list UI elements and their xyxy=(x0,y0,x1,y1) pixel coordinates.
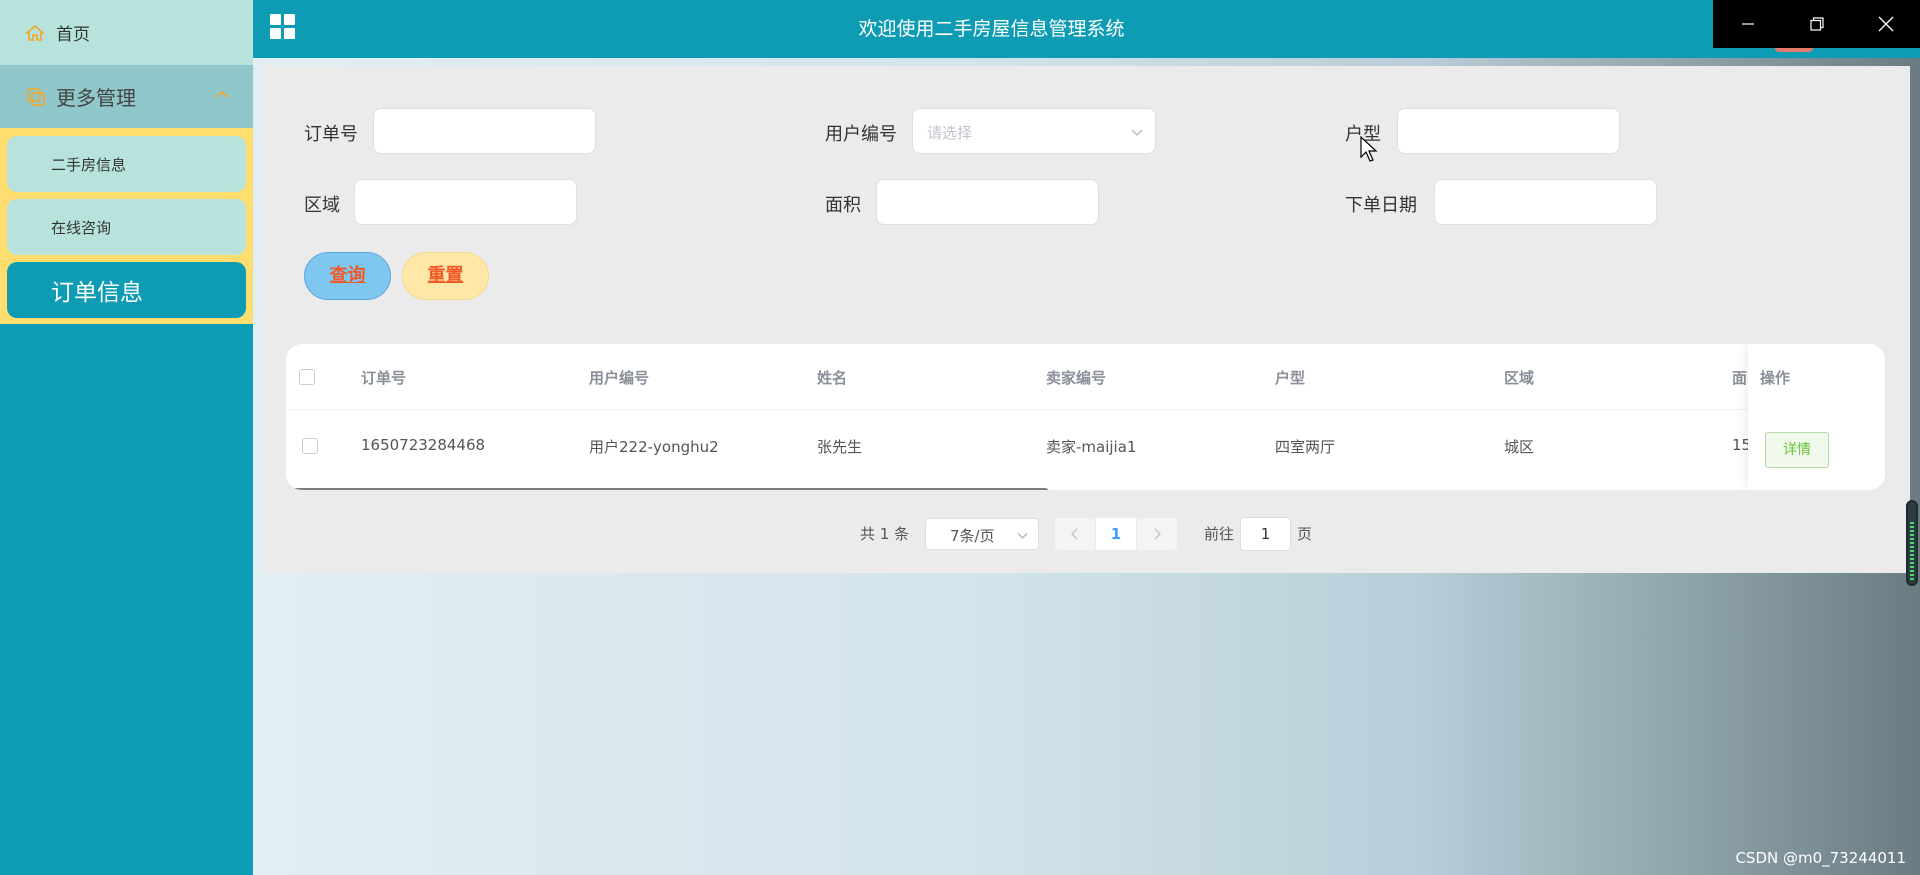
pager-total: 共 1 条 xyxy=(860,525,910,543)
col-name[interactable]: 姓名 xyxy=(817,367,847,388)
minimize-button[interactable] xyxy=(1713,0,1782,48)
close-icon xyxy=(1878,16,1893,32)
mouse-cursor-icon xyxy=(1360,136,1378,162)
user-no-placeholder: 请选择 xyxy=(927,124,973,142)
scrollbar-grip xyxy=(1910,522,1914,580)
page-title: 欢迎使用二手房屋信息管理系统 xyxy=(858,18,1125,40)
copy-icon xyxy=(27,87,45,106)
area-input[interactable] xyxy=(354,179,577,225)
cell-area: 城区 xyxy=(1504,438,1535,456)
vertical-scrollbar[interactable] xyxy=(1906,500,1918,586)
cell-house-type: 四室两厅 xyxy=(1275,438,1336,456)
col-user-no[interactable]: 用户编号 xyxy=(589,367,649,388)
col-operation: 操作 xyxy=(1760,369,1791,387)
goto-prefix: 前往 xyxy=(1204,525,1235,543)
col-order-no[interactable]: 订单号 xyxy=(361,367,406,388)
table-row: 1650723284468 用户222-yonghu2 张先生 卖家-maiji… xyxy=(286,411,1885,481)
sidebar-item-label: 二手房信息 xyxy=(51,155,127,174)
size-input[interactable] xyxy=(876,179,1099,225)
col-area[interactable]: 区域 xyxy=(1504,367,1534,388)
sidebar-more-label: 更多管理 xyxy=(56,86,136,110)
window-controls xyxy=(1713,0,1920,48)
detail-button[interactable]: 详情 xyxy=(1765,432,1829,468)
house-type-input[interactable] xyxy=(1397,108,1620,154)
col-seller-no[interactable]: 卖家编号 xyxy=(1046,367,1106,388)
page-number-current[interactable]: 1 xyxy=(1096,518,1136,550)
query-button[interactable]: 查询 xyxy=(304,252,391,300)
page-size-value: 7条/页 xyxy=(950,527,995,545)
sidebar-home-label: 首页 xyxy=(56,25,90,45)
chevron-left-icon xyxy=(1071,528,1078,540)
submenu: 二手房信息 在线咨询 订单信息 xyxy=(0,128,253,324)
order-date-label: 下单日期 xyxy=(1345,195,1417,216)
chevron-down-icon xyxy=(1017,533,1028,539)
cell-name: 张先生 xyxy=(817,438,863,456)
next-page-button[interactable] xyxy=(1137,518,1177,550)
goto-suffix: 页 xyxy=(1297,525,1313,543)
sidebar-item-more[interactable]: 更多管理 xyxy=(0,65,253,128)
col-house-type[interactable]: 户型 xyxy=(1275,367,1305,388)
select-all-checkbox[interactable] xyxy=(299,369,315,385)
user-no-label: 用户编号 xyxy=(825,124,897,145)
orders-table: 订单号 用户编号 姓名 卖家编号 户型 区域 面 1650723284468 用… xyxy=(286,344,1885,490)
horizontal-scrollbar[interactable] xyxy=(286,488,1049,490)
area-label: 区域 xyxy=(304,195,340,216)
restore-icon xyxy=(1809,17,1824,31)
order-no-input[interactable] xyxy=(373,108,596,154)
order-no-label: 订单号 xyxy=(304,124,358,145)
home-icon xyxy=(26,24,44,41)
order-date-input[interactable] xyxy=(1434,179,1657,225)
sidebar-item-label: 在线咨询 xyxy=(51,218,112,237)
watermark: CSDN @m0_73244011 xyxy=(1735,849,1906,867)
cell-order-no: 1650723284468 xyxy=(361,436,486,454)
goto-page-input[interactable]: 1 xyxy=(1240,517,1291,551)
table-header: 订单号 用户编号 姓名 卖家编号 户型 区域 面 xyxy=(286,344,1885,410)
col-size[interactable]: 面 xyxy=(1732,367,1747,388)
restore-button[interactable] xyxy=(1782,0,1851,48)
cell-seller-no: 卖家-maijia1 xyxy=(1046,438,1137,456)
sidebar-item-label: 订单信息 xyxy=(51,280,143,306)
minimize-icon xyxy=(1741,23,1754,25)
prev-page-button[interactable] xyxy=(1055,518,1095,550)
user-no-select[interactable]: 请选择 xyxy=(912,108,1156,154)
cell-user-no: 用户222-yonghu2 xyxy=(589,438,719,456)
reset-button[interactable]: 重置 xyxy=(402,252,489,300)
sidebar-item-consult[interactable]: 在线咨询 xyxy=(7,199,246,255)
sidebar-item-orders[interactable]: 订单信息 xyxy=(7,262,246,318)
sidebar-item-home[interactable]: 首页 xyxy=(0,0,253,65)
page-size-select[interactable]: 7条/页 xyxy=(925,518,1039,550)
sidebar-item-house-info[interactable]: 二手房信息 xyxy=(7,136,246,192)
chevron-down-icon xyxy=(1131,129,1143,136)
top-header: 欢迎使用二手房屋信息管理系统 xyxy=(253,0,1920,58)
size-label: 面积 xyxy=(825,195,861,216)
row-checkbox[interactable] xyxy=(302,438,318,454)
close-button[interactable] xyxy=(1851,0,1920,48)
operation-column: 操作 详情 xyxy=(1748,344,1885,490)
chevron-right-icon xyxy=(1154,528,1161,540)
chevron-up-icon xyxy=(216,90,228,98)
sidebar: 首页 更多管理 二手房信息 在线咨询 订单信息 xyxy=(0,0,253,875)
